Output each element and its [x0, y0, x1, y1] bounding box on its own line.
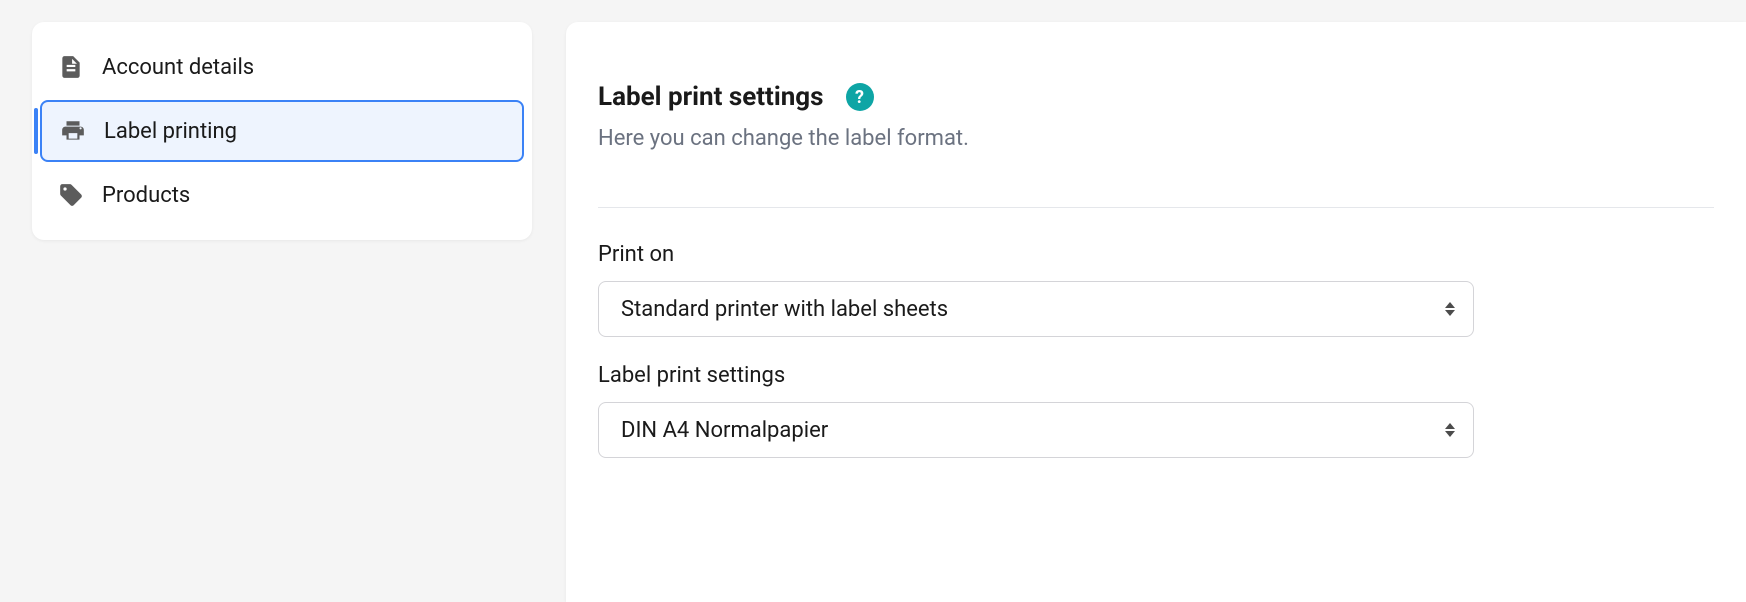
- printer-icon: [60, 118, 86, 144]
- sidebar-item-label: Account details: [102, 55, 254, 80]
- divider: [598, 207, 1714, 208]
- settings-sidebar: Account details Label printing Products: [32, 22, 532, 240]
- label-settings-panel: Label print settings ? Here you can chan…: [566, 22, 1746, 602]
- document-icon: [58, 54, 84, 80]
- sidebar-item-products[interactable]: Products: [40, 166, 524, 224]
- label-format-value: DIN A4 Normalpapier: [621, 418, 828, 443]
- sidebar-item-label: Label printing: [104, 119, 237, 144]
- updown-icon: [1445, 423, 1455, 437]
- help-icon[interactable]: ?: [846, 83, 874, 111]
- label-format-label: Label print settings: [598, 363, 1474, 388]
- print-on-value: Standard printer with label sheets: [621, 297, 948, 322]
- sidebar-item-label-printing[interactable]: Label printing: [40, 100, 524, 162]
- sidebar-item-label: Products: [102, 183, 190, 208]
- updown-icon: [1445, 302, 1455, 316]
- section-description: Here you can change the label format.: [598, 126, 1714, 151]
- tag-icon: [58, 182, 84, 208]
- section-title: Label print settings: [598, 82, 824, 112]
- sidebar-item-account-details[interactable]: Account details: [40, 38, 524, 96]
- label-format-select[interactable]: DIN A4 Normalpapier: [598, 402, 1474, 458]
- print-on-select[interactable]: Standard printer with label sheets: [598, 281, 1474, 337]
- print-on-label: Print on: [598, 242, 1474, 267]
